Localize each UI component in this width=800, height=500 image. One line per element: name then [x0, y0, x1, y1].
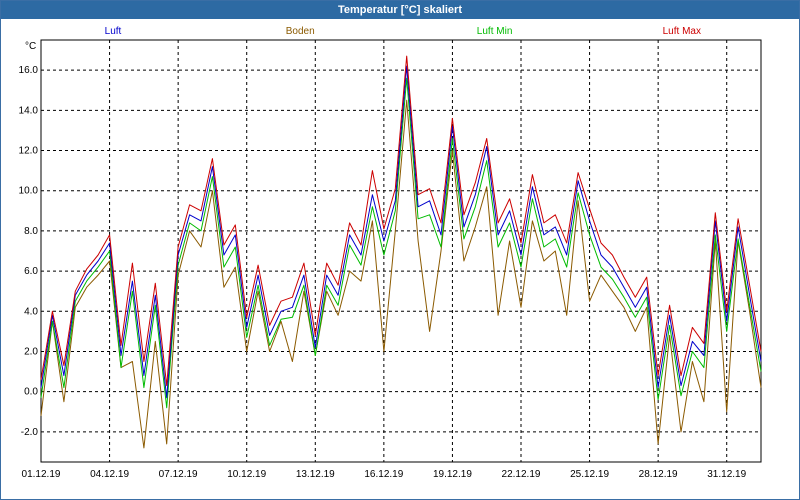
y-tick-label: 6.0 — [24, 266, 38, 277]
x-tick-label: 07.12.19 — [159, 469, 198, 480]
y-tick-label: 4.0 — [24, 306, 38, 317]
x-tick-label: 28.12.19 — [639, 469, 678, 480]
x-tick-label: 13.12.19 — [296, 469, 335, 480]
temperature-chart: -2.0 0.0 2.0 4.0 6.0 8.0 10.0 12.0 14.0 16.0 01.12… — [19, 39, 762, 480]
y-tick-label: 0.0 — [24, 387, 38, 398]
x-tick-label: 16.12.19 — [364, 469, 403, 480]
chart-window: Temperatur [°C] skaliert Luft Boden Luft… — [0, 0, 800, 500]
x-tick-label: 31.12.19 — [707, 469, 746, 480]
x-tick-label: 22.12.19 — [502, 469, 541, 480]
x-tick-label: 01.12.19 — [22, 469, 61, 480]
x-tick-label: 10.12.19 — [227, 469, 266, 480]
x-tick-label: 19.12.19 — [433, 469, 472, 480]
y-tick-label: 8.0 — [24, 226, 38, 237]
y-tick-label: 14.0 — [19, 105, 39, 116]
window-title: Temperatur [°C] skaliert — [1, 1, 799, 19]
x-tick-label: 25.12.19 — [570, 469, 609, 480]
x-tick-label: 04.12.19 — [90, 469, 129, 480]
y-tick-label: 10.0 — [19, 186, 39, 197]
y-tick-label: 2.0 — [24, 346, 38, 357]
y-tick-label: 12.0 — [19, 146, 39, 157]
y-tick-label: -2.0 — [21, 427, 39, 438]
y-tick-label: 16.0 — [19, 65, 39, 76]
